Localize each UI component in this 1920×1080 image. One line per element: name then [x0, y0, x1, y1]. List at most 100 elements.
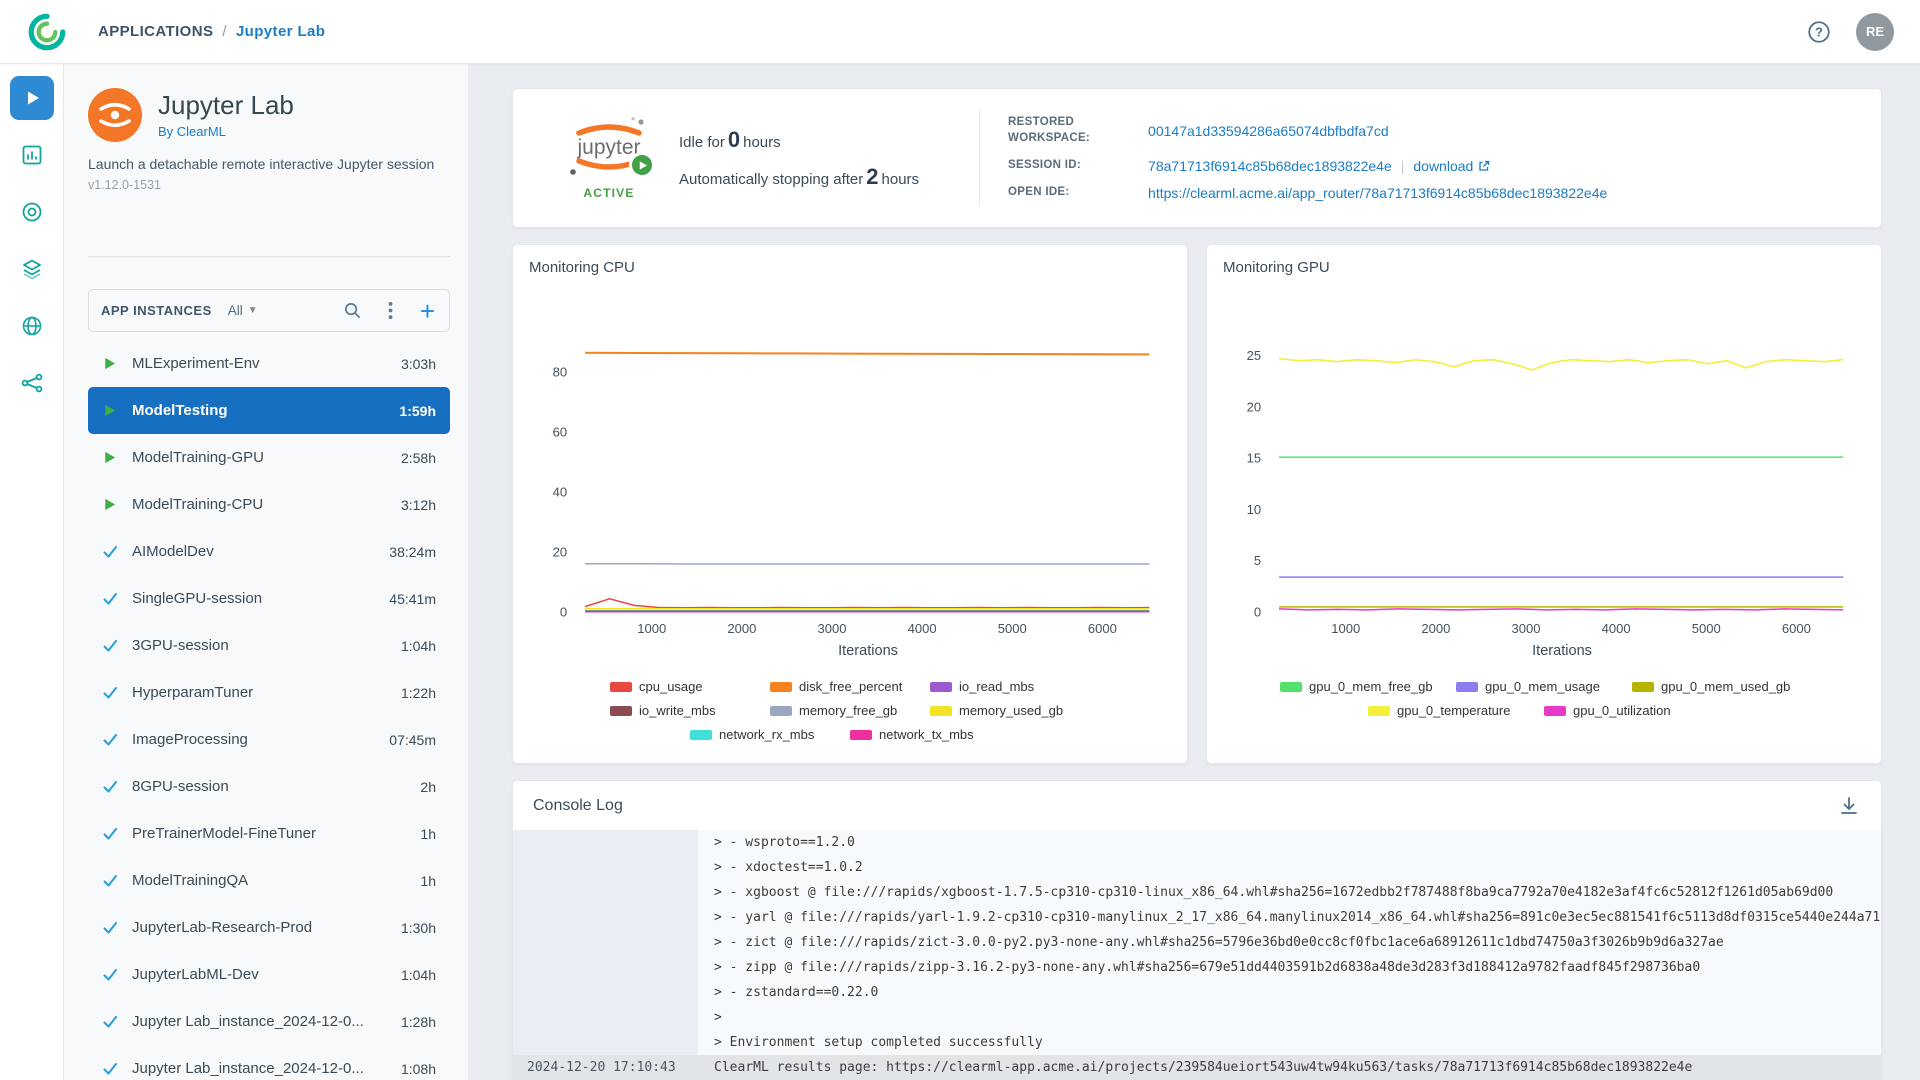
instance-row[interactable]: JupyterLab-Research-Prod1:30h [88, 904, 450, 951]
instance-duration: 1:30h [391, 920, 436, 936]
legend-item[interactable]: gpu_0_mem_used_gb [1632, 679, 1808, 694]
instance-row[interactable]: ModelTesting1:59h [88, 387, 450, 434]
instance-duration: 3:12h [391, 497, 436, 513]
legend-item[interactable]: gpu_0_temperature [1368, 703, 1544, 718]
instance-row[interactable]: ModelTraining-GPU2:58h [88, 434, 450, 481]
instance-duration: 45:41m [379, 591, 436, 607]
instances-header: APP INSTANCES All ▼ + [88, 289, 450, 332]
svg-text:3000: 3000 [1511, 621, 1540, 636]
console-log-rows: > - wsproto==1.2.0> - xdoctest==1.0.2> -… [513, 830, 1881, 1080]
rail-item-hyper-datasets[interactable] [10, 304, 54, 348]
instance-row[interactable]: 3GPU-session1:04h [88, 622, 450, 669]
instance-row[interactable]: SingleGPU-session45:41m [88, 575, 450, 622]
legend-item[interactable]: cpu_usage [610, 679, 770, 694]
legend-item[interactable]: io_write_mbs [610, 703, 770, 718]
legend-label: io_write_mbs [639, 703, 716, 718]
legend-label: network_tx_mbs [879, 727, 974, 742]
instances-filter-dropdown[interactable]: All ▼ [228, 303, 258, 318]
console-log-row: > - yarl @ file:///rapids/yarl-1.9.2-cp3… [513, 905, 1881, 930]
svg-text:80: 80 [553, 365, 568, 380]
legend-swatch-icon [850, 730, 872, 740]
legend-item[interactable]: memory_free_gb [770, 703, 930, 718]
log-text: > - zipp @ file:///rapids/zipp-3.16.2-py… [698, 955, 1700, 980]
cpu-chart-plot[interactable]: 020406080100020003000400050006000Iterati… [529, 282, 1171, 660]
instance-row[interactable]: Jupyter Lab_instance_2024-12-0...1:08h [88, 1045, 450, 1080]
cpu-chart-legend: cpu_usage disk_free_percentio_read_mbs io_… [590, 679, 1110, 742]
running-badge-icon [629, 152, 655, 178]
idle-status-line: Idle for0hours [679, 127, 919, 153]
legend-item[interactable]: gpu_0_mem_usage [1456, 679, 1632, 694]
clearml-logo-icon[interactable] [26, 11, 68, 53]
kebab-menu-icon[interactable] [380, 300, 402, 322]
svg-text:1000: 1000 [1331, 621, 1360, 636]
instance-list: MLExperiment-Env3:03hModelTesting1:59hMo… [88, 340, 450, 1080]
rail-item-pipelines[interactable] [10, 361, 54, 405]
field-value-link[interactable]: https://clearml.acme.ai/app_router/78a71… [1148, 185, 1607, 201]
log-timestamp [513, 880, 698, 905]
console-log-row: > - zstandard==0.22.0 [513, 980, 1881, 1005]
help-icon[interactable]: ? [1806, 19, 1832, 45]
search-icon[interactable] [342, 300, 364, 322]
breadcrumb-current[interactable]: Jupyter Lab [236, 23, 325, 40]
legend-item[interactable]: gpu_0_mem_free_gb [1280, 679, 1456, 694]
instance-duration: 1h [410, 873, 436, 889]
status-field-row: OPEN IDE:https://clearml.acme.ai/app_rou… [1008, 185, 1607, 201]
session-timers: Idle for0hours Automatically stopping af… [679, 127, 919, 190]
instance-row[interactable]: 8GPU-session2h [88, 763, 450, 810]
svg-text:6000: 6000 [1782, 621, 1811, 636]
legend-swatch-icon [610, 682, 632, 692]
legend-item[interactable]: memory_used_gb [930, 703, 1090, 718]
field-value-link[interactable]: 00147a1d33594286a65074dbfbdfa7cd [1148, 123, 1389, 139]
instance-row[interactable]: JupyterLabML-Dev1:04h [88, 951, 450, 998]
instance-row[interactable]: ModelTrainingQA 1h [88, 857, 450, 904]
gpu-chart-plot[interactable]: 0510152025100020003000400050006000Iterat… [1223, 282, 1865, 660]
app-byline-link[interactable]: By ClearML [158, 124, 294, 139]
log-timestamp [513, 930, 698, 955]
topbar-actions: ? RE [1806, 13, 1894, 51]
rail-item-orchestration[interactable] [10, 190, 54, 234]
instance-duration: 3:03h [391, 356, 436, 372]
download-link[interactable]: download [1413, 158, 1490, 174]
rail-item-datasets[interactable] [10, 247, 54, 291]
svg-text:2000: 2000 [727, 621, 756, 636]
legend-item[interactable]: disk_free_percent [770, 679, 930, 694]
rail-item-applications[interactable] [10, 76, 54, 120]
console-log-body[interactable]: > - wsproto==1.2.0> - xdoctest==1.0.2> -… [513, 830, 1881, 1080]
status-completed-icon [102, 825, 119, 842]
add-instance-icon[interactable]: + [418, 301, 437, 321]
console-log-row: > - xdoctest==1.0.2 [513, 855, 1881, 880]
legend-item[interactable]: network_rx_mbs [690, 727, 850, 742]
instance-row[interactable]: Jupyter Lab_instance_2024-12-0...1:28h [88, 998, 450, 1045]
svg-text:jupyter: jupyter [576, 136, 640, 159]
breadcrumb-separator: / [222, 23, 227, 40]
rail-item-workers-queues[interactable] [10, 133, 54, 177]
legend-swatch-icon [1280, 682, 1302, 692]
status-field-row: SESSION ID:78a71713f6914c85b68dec1893822… [1008, 158, 1607, 174]
svg-text:2000: 2000 [1421, 621, 1450, 636]
field-value-link[interactable]: 78a71713f6914c85b68dec1893822e4e [1148, 158, 1392, 174]
download-icon[interactable] [1837, 794, 1861, 818]
separator: | [1401, 158, 1405, 174]
filter-label: All [228, 303, 243, 318]
instance-row[interactable]: ImageProcessing07:45m [88, 716, 450, 763]
instance-row[interactable]: MLExperiment-Env3:03h [88, 340, 450, 387]
status-running-icon [102, 496, 119, 513]
legend-label: cpu_usage [639, 679, 703, 694]
instance-row[interactable]: PreTrainerModel-FineTuner1h [88, 810, 450, 857]
legend-item[interactable]: gpu_0_utilization [1544, 703, 1720, 718]
status-completed-icon [102, 1013, 119, 1030]
console-log-row: > - zipp @ file:///rapids/zipp-3.16.2-py… [513, 955, 1881, 980]
log-text: > Environment setup completed successful… [698, 1030, 1043, 1055]
field-label: RESTORED WORKSPACE: [1008, 115, 1126, 146]
instance-row[interactable]: ModelTraining-CPU3:12h [88, 481, 450, 528]
log-timestamp [513, 1030, 698, 1055]
instance-name: ModelTrainingQA [132, 872, 248, 889]
breadcrumb-root[interactable]: APPLICATIONS [98, 23, 213, 40]
instance-row[interactable]: HyperparamTuner1:22h [88, 669, 450, 716]
legend-item[interactable]: network_tx_mbs [850, 727, 1010, 742]
instance-row[interactable]: AIModelDev38:24m [88, 528, 450, 575]
legend-item[interactable]: io_read_mbs [930, 679, 1090, 694]
pipelines-icon [20, 371, 44, 395]
breadcrumb: APPLICATIONS / Jupyter Lab [98, 23, 325, 40]
avatar[interactable]: RE [1856, 13, 1894, 51]
